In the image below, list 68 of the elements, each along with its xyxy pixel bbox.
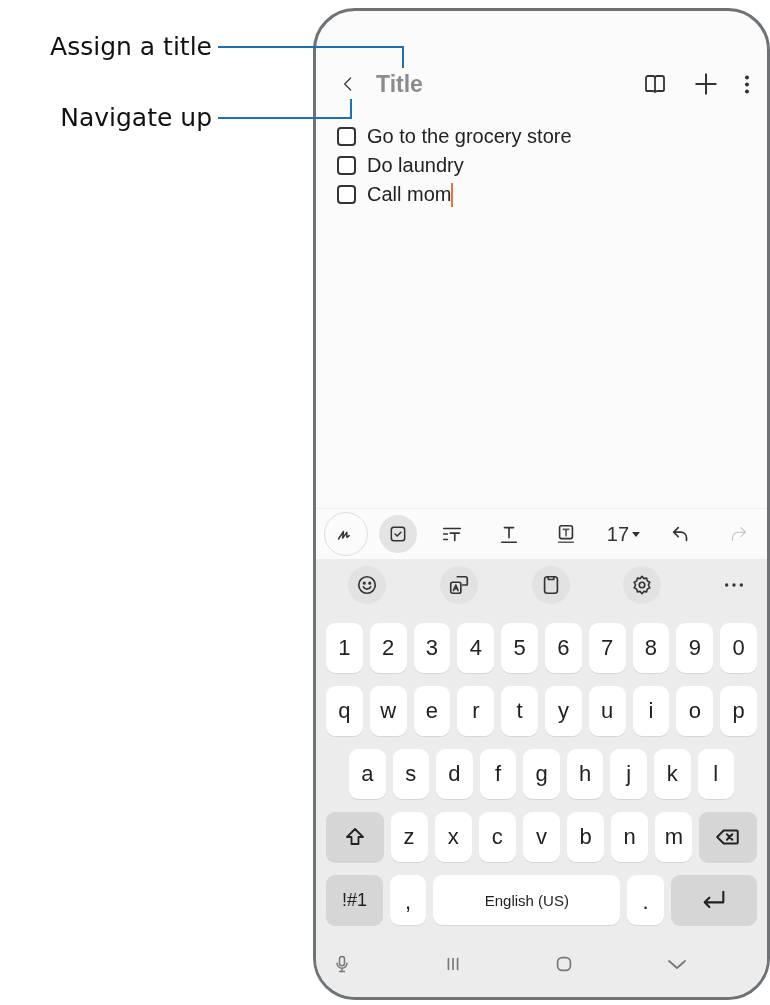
checklist-item-text[interactable]: Call mom bbox=[367, 183, 452, 206]
enter-key[interactable] bbox=[670, 875, 757, 925]
smiley-icon bbox=[356, 574, 378, 596]
key[interactable]: n bbox=[611, 812, 649, 862]
more-icon bbox=[745, 74, 749, 94]
key[interactable]: y bbox=[545, 686, 582, 736]
caret-icon bbox=[632, 531, 641, 537]
key[interactable]: g bbox=[523, 749, 560, 799]
backspace-key[interactable] bbox=[699, 812, 757, 862]
translate-icon bbox=[447, 574, 470, 596]
key[interactable]: 2 bbox=[369, 623, 407, 673]
emoji-button[interactable] bbox=[348, 566, 386, 604]
key[interactable]: 1 bbox=[326, 623, 363, 673]
key[interactable]: q bbox=[326, 686, 363, 736]
checkbox[interactable] bbox=[337, 127, 356, 146]
key[interactable]: o bbox=[676, 686, 714, 736]
key[interactable]: v bbox=[522, 812, 561, 862]
key[interactable]: x bbox=[434, 812, 472, 862]
key[interactable]: 3 bbox=[413, 623, 451, 673]
callout-label: Assign a title bbox=[50, 31, 212, 63]
symbols-key[interactable]: !#1 bbox=[326, 875, 383, 925]
checklist-button[interactable] bbox=[379, 515, 418, 553]
settings-icon bbox=[631, 574, 654, 596]
font-size-button[interactable]: 17 bbox=[600, 513, 647, 555]
key[interactable]: m bbox=[655, 812, 693, 862]
key[interactable]: 6 bbox=[545, 623, 582, 673]
key[interactable]: j bbox=[610, 749, 647, 799]
key[interactable]: . bbox=[627, 875, 664, 925]
add-button[interactable] bbox=[693, 71, 719, 97]
key[interactable]: e bbox=[413, 686, 451, 736]
key[interactable]: f bbox=[479, 749, 517, 799]
clipboard-button[interactable] bbox=[531, 566, 570, 604]
checkbox[interactable] bbox=[337, 185, 356, 204]
more-options-button[interactable] bbox=[745, 74, 749, 94]
key[interactable]: , bbox=[389, 875, 427, 925]
plus-icon bbox=[693, 71, 719, 97]
checkbox[interactable] bbox=[337, 156, 356, 175]
key[interactable]: c bbox=[478, 812, 516, 862]
key[interactable]: b bbox=[567, 812, 605, 862]
checklist-item-text[interactable]: Go to the grocery store bbox=[367, 125, 572, 148]
key[interactable]: a bbox=[349, 749, 386, 799]
book-button[interactable] bbox=[643, 72, 667, 96]
key[interactable]: z bbox=[390, 812, 428, 862]
key[interactable]: s bbox=[392, 749, 430, 799]
key[interactable]: 5 bbox=[501, 623, 538, 673]
key[interactable]: 7 bbox=[588, 623, 626, 673]
translate-button[interactable] bbox=[439, 566, 478, 604]
key[interactable]: k bbox=[653, 749, 691, 799]
settings-button[interactable] bbox=[623, 566, 662, 604]
key[interactable]: i bbox=[632, 686, 670, 736]
more-icon bbox=[725, 583, 743, 587]
shift-key[interactable] bbox=[326, 812, 384, 862]
key[interactable]: w bbox=[369, 686, 407, 736]
key[interactable]: 9 bbox=[676, 623, 714, 673]
key[interactable]: u bbox=[588, 686, 626, 736]
book-icon bbox=[643, 72, 667, 96]
space-key[interactable]: English (US) bbox=[433, 875, 621, 925]
key[interactable]: d bbox=[436, 749, 473, 799]
key[interactable]: r bbox=[457, 686, 495, 736]
callout-label: Navigate up bbox=[60, 102, 212, 134]
key[interactable]: t bbox=[501, 686, 538, 736]
key[interactable]: 0 bbox=[720, 623, 757, 673]
key[interactable]: l bbox=[697, 749, 735, 799]
key[interactable]: 4 bbox=[457, 623, 495, 673]
key[interactable]: 8 bbox=[632, 623, 670, 673]
key[interactable]: h bbox=[566, 749, 604, 799]
checklist-item-text[interactable]: Do laundry bbox=[367, 154, 464, 177]
key[interactable]: p bbox=[720, 686, 757, 736]
